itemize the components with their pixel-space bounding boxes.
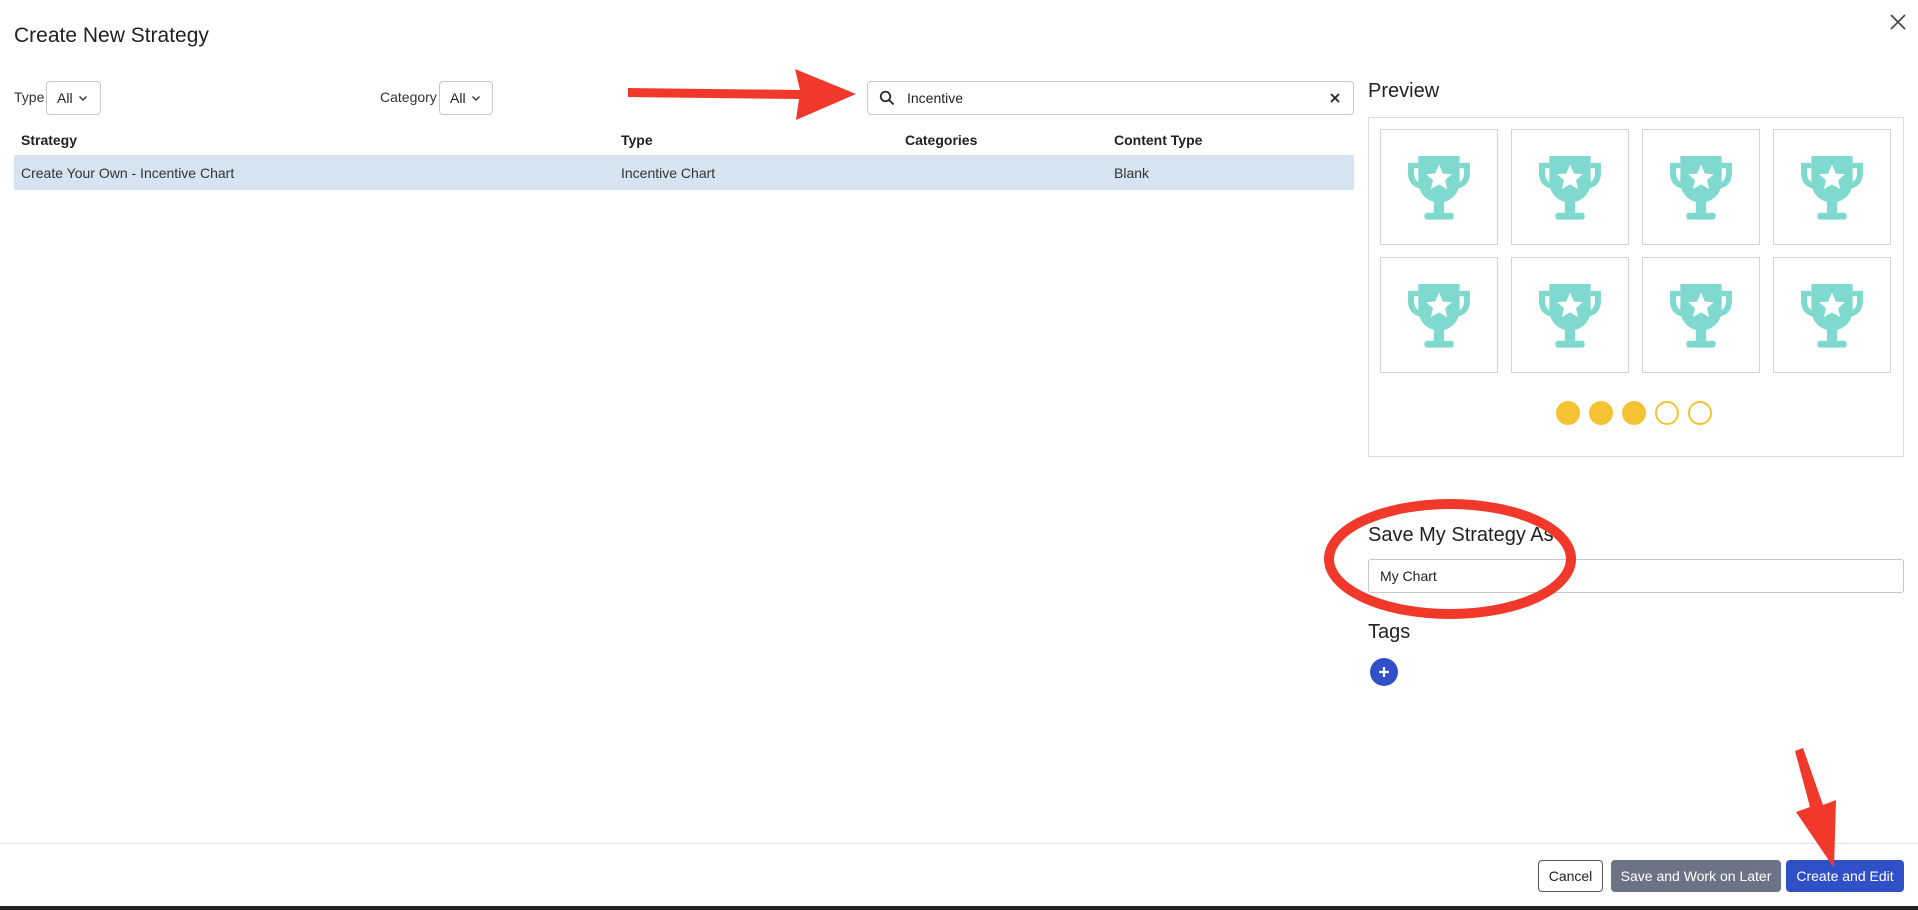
chevron-down-icon (471, 96, 480, 101)
plus-icon (1379, 667, 1389, 677)
bottom-bar (0, 906, 1918, 910)
preview-tile (1773, 257, 1891, 373)
close-icon (1890, 14, 1906, 30)
trophy-icon (1670, 156, 1732, 220)
progress-dot (1589, 401, 1613, 425)
tags-label: Tags (1368, 621, 1411, 643)
category-filter-value: All (450, 90, 466, 106)
create-and-edit-button[interactable]: Create and Edit (1786, 860, 1904, 892)
add-tag-button[interactable] (1370, 658, 1398, 686)
clear-search-icon[interactable] (1328, 91, 1342, 105)
preview-tile (1511, 129, 1629, 245)
trophy-icon (1408, 284, 1470, 348)
column-header-type[interactable]: Type (614, 132, 898, 148)
category-filter-label: Category (380, 89, 437, 105)
category-filter-select[interactable]: All (439, 81, 493, 115)
save-and-work-later-button[interactable]: Save and Work on Later (1611, 860, 1781, 892)
search-icon (879, 90, 895, 106)
preview-title: Preview (1368, 80, 1440, 102)
close-button[interactable] (1886, 10, 1910, 34)
type-filter-label: Type (14, 89, 45, 105)
trophy-icon (1408, 156, 1470, 220)
progress-dot (1622, 401, 1646, 425)
search-input[interactable] (907, 90, 1328, 106)
dialog-title: Create New Strategy (14, 24, 209, 47)
cancel-button[interactable]: Cancel (1538, 860, 1603, 892)
trophy-icon (1670, 284, 1732, 348)
cell-type: Incentive Chart (621, 165, 716, 181)
progress-dot (1556, 401, 1580, 425)
trophy-icon (1539, 156, 1601, 220)
cell-strategy: Create Your Own - Incentive Chart (21, 165, 235, 181)
trophy-icon (1801, 156, 1863, 220)
progress-dot (1655, 401, 1679, 425)
preview-tile (1380, 129, 1498, 245)
chevron-down-icon (78, 96, 87, 101)
preview-tile (1380, 257, 1498, 373)
type-filter-select[interactable]: All (46, 81, 101, 115)
search-field[interactable] (867, 81, 1354, 115)
preview-tile (1642, 129, 1760, 245)
trophy-icon (1801, 284, 1863, 348)
progress-dot (1688, 401, 1712, 425)
preview-tile (1642, 257, 1760, 373)
type-filter-value: All (57, 90, 73, 106)
column-header-strategy[interactable]: Strategy (14, 132, 614, 148)
annotation-arrow-search (628, 69, 856, 120)
trophy-icon (1539, 284, 1601, 348)
cell-content-type: Blank (1114, 165, 1150, 181)
column-header-content-type[interactable]: Content Type (1107, 132, 1354, 148)
table-row[interactable]: Create Your Own - Incentive Chart Incent… (14, 156, 1354, 190)
strategy-table: Strategy Type Categories Content Type Cr… (14, 124, 1354, 190)
preview-tile (1511, 257, 1629, 373)
preview-tile (1773, 129, 1891, 245)
strategy-name-input[interactable] (1368, 559, 1904, 593)
table-header: Strategy Type Categories Content Type (14, 124, 1354, 156)
save-as-label: Save My Strategy As (1368, 524, 1554, 546)
column-header-categories[interactable]: Categories (898, 132, 1107, 148)
